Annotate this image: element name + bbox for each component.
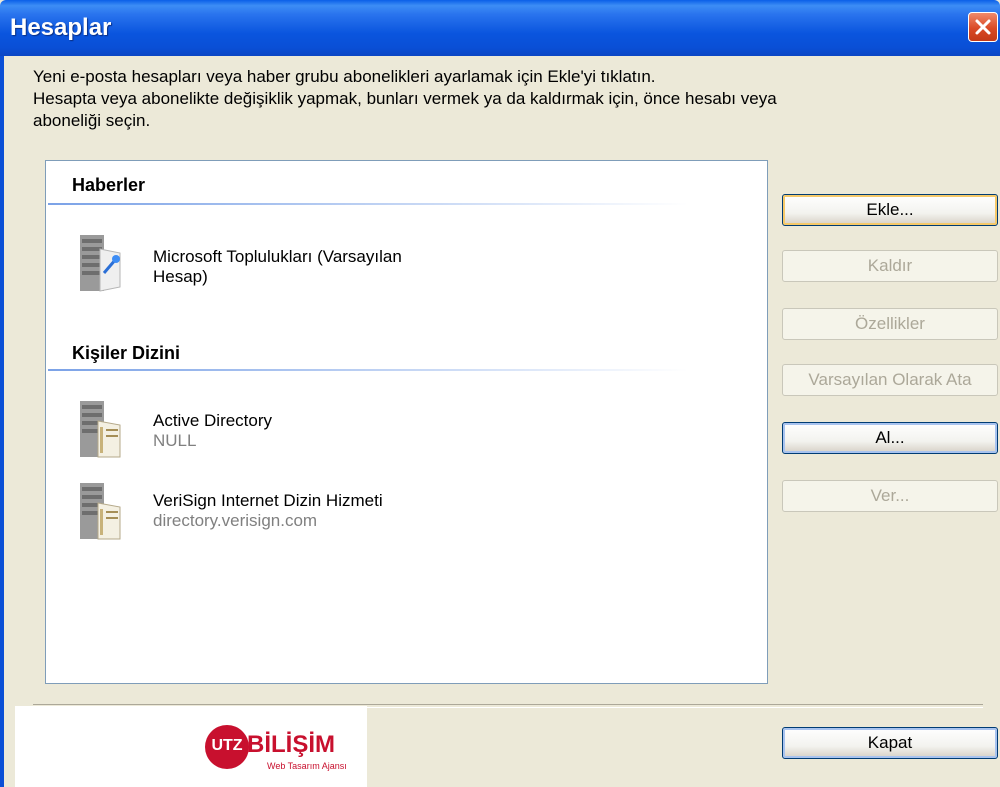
- item-name-line-2: Hesap): [153, 267, 208, 286]
- list-item-verisign[interactable]: VeriSign Internet Dizin Hizmeti director…: [76, 479, 676, 543]
- close-button[interactable]: Kapat: [782, 727, 998, 759]
- export-button[interactable]: Ver...: [782, 480, 998, 512]
- directory-server-icon: [80, 483, 121, 540]
- news-server-icon: [80, 235, 121, 292]
- title-bar[interactable]: Hesaplar: [0, 0, 1000, 56]
- accounts-list[interactable]: Haberler Microsoft Toplulukları (Varsayı…: [45, 160, 768, 684]
- close-window-button[interactable]: [968, 12, 998, 42]
- item-server: NULL: [153, 431, 197, 450]
- instructions-line-2: Hesapta veya abonelikte değişiklik yapma…: [33, 89, 777, 108]
- item-server: directory.verisign.com: [153, 511, 318, 530]
- item-name: VeriSign Internet Dizin Hizmeti: [153, 491, 383, 510]
- instructions-line-1: Yeni e-posta hesapları veya haber grubu …: [33, 67, 656, 86]
- set-default-button[interactable]: Varsayılan Olarak Ata: [782, 364, 998, 396]
- properties-button[interactable]: Özellikler: [782, 308, 998, 340]
- window-border: [0, 56, 4, 787]
- remove-button[interactable]: Kaldır: [782, 250, 998, 282]
- logo-tagline: Web Tasarım Ajansı: [267, 761, 347, 771]
- list-item-active-directory[interactable]: Active Directory NULL: [76, 397, 676, 461]
- group-title-news: Haberler: [72, 175, 146, 195]
- instructions: Yeni e-posta hesapları veya haber grubu …: [33, 66, 777, 132]
- logo-name: BİLİŞİM: [247, 731, 335, 758]
- instructions-line-3: aboneliği seçin.: [33, 111, 151, 130]
- list-item-microsoft-communities[interactable]: Microsoft Toplulukları (Varsayılan Hesap…: [76, 231, 676, 295]
- utz-bilisim-logo: UTZ BİLİŞİM Web Tasarım Ajansı: [15, 706, 367, 787]
- group-divider: [48, 203, 688, 205]
- add-button[interactable]: Ekle...: [782, 194, 998, 226]
- accounts-dialog: Hesaplar Yeni e-posta hesapları veya hab…: [0, 0, 1000, 787]
- directory-server-icon: [80, 401, 121, 458]
- import-button[interactable]: Al...: [782, 422, 998, 454]
- logo-badge-text: UTZ: [211, 737, 243, 754]
- group-divider: [48, 369, 688, 371]
- group-title-directory: Kişiler Dizini: [72, 343, 181, 363]
- item-name: Active Directory: [153, 411, 273, 430]
- close-icon: [975, 19, 991, 35]
- item-name-line-1: Microsoft Toplulukları (Varsayılan: [153, 247, 402, 266]
- logo-badge: UTZ: [205, 725, 249, 769]
- window-title: Hesaplar: [10, 14, 112, 41]
